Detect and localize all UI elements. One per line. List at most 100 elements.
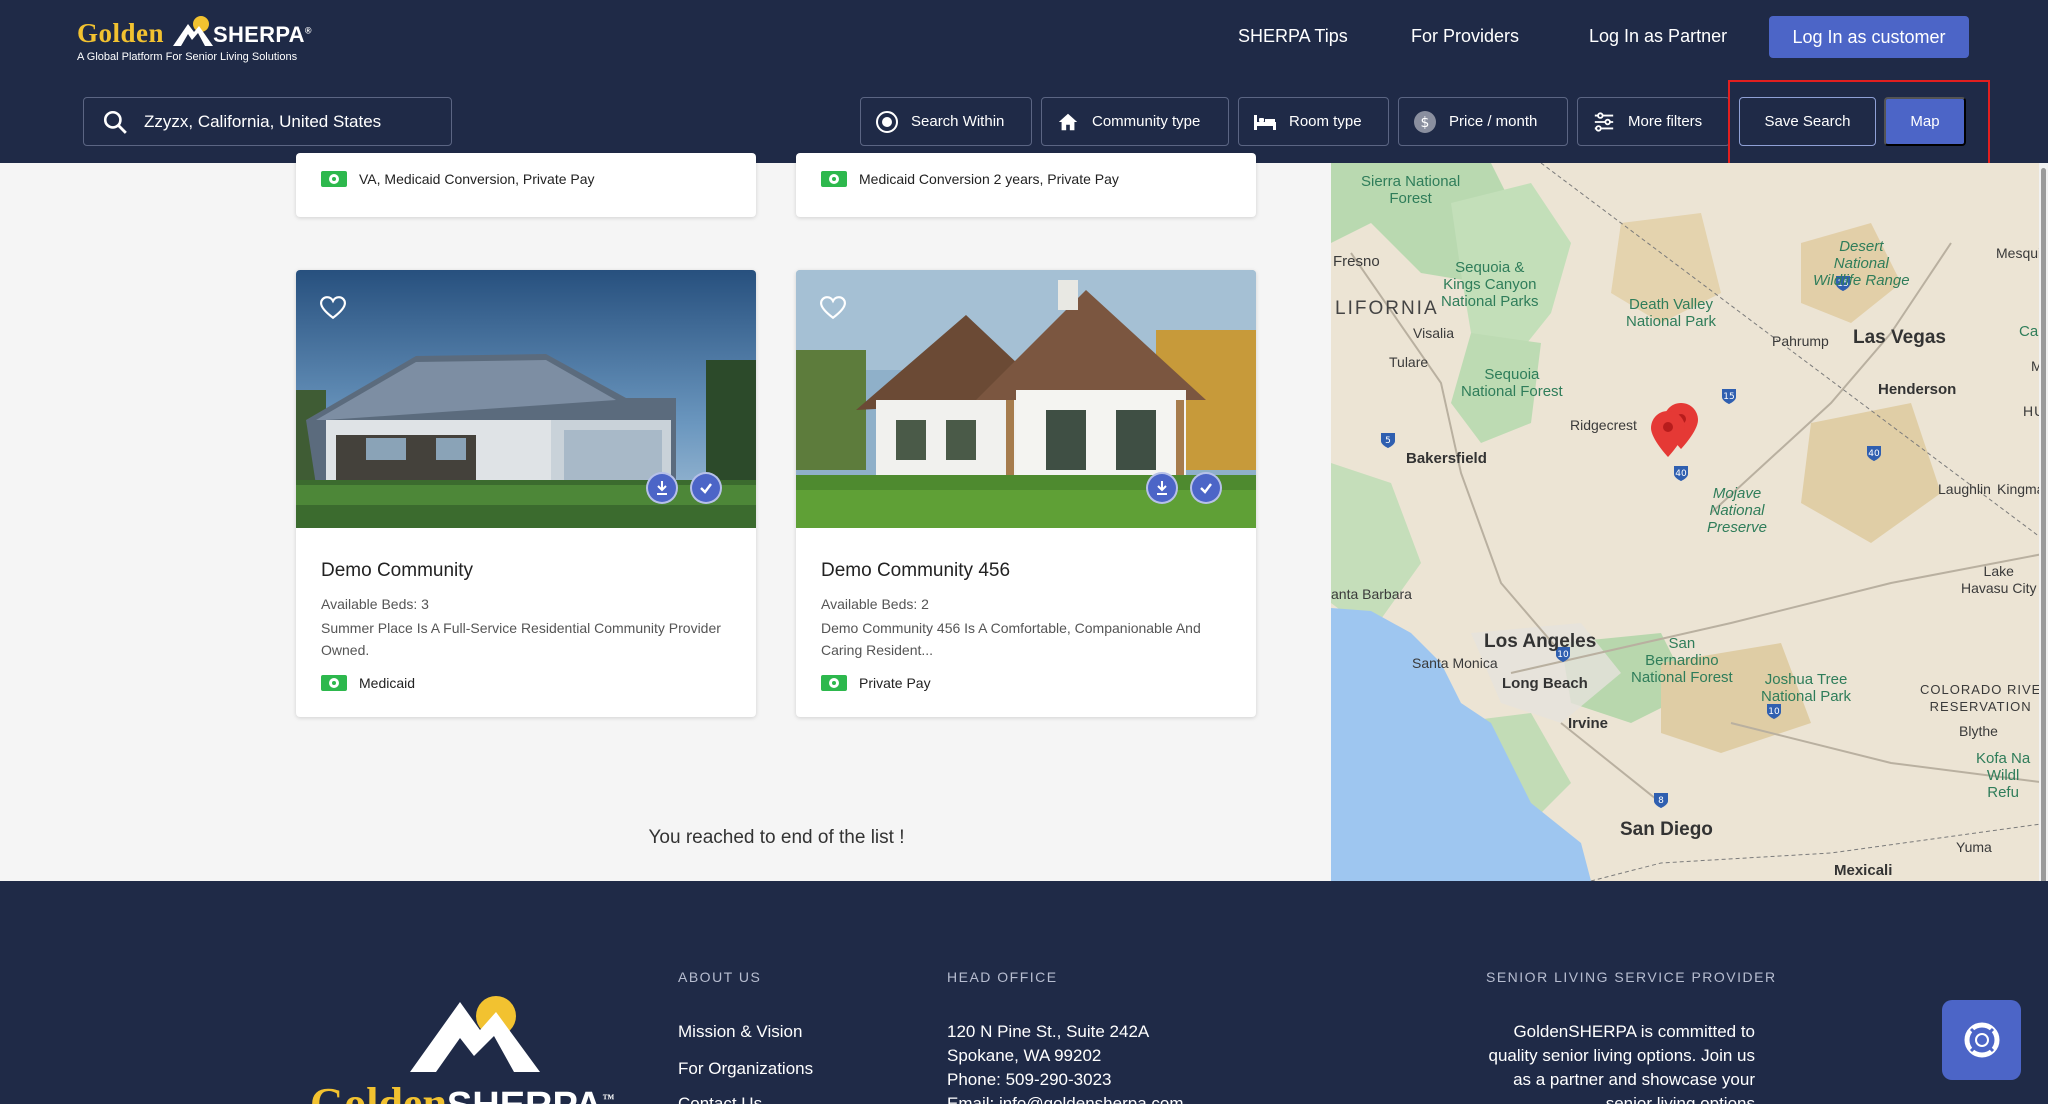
favorite-heart-icon[interactable] xyxy=(320,296,346,320)
lifebuoy-icon xyxy=(1964,1022,1999,1058)
nav-login-partner[interactable]: Log In as Partner xyxy=(1589,26,1727,47)
listing-card[interactable]: Demo Community 456 Available Beds: 2 Dem… xyxy=(796,270,1256,717)
mountain-logo-icon xyxy=(173,16,213,46)
map-label-kofa: Kofa Na Wildl Refu xyxy=(1976,750,2031,801)
logo-word-golden: Golden xyxy=(77,18,165,48)
map-label-fresno: Fresno xyxy=(1333,253,1380,270)
nav-sherpa-tips[interactable]: SHERPA Tips xyxy=(1238,26,1348,47)
payment-text: VA, Medicaid Conversion, Private Pay xyxy=(359,171,595,187)
footer-link-contact[interactable]: Contact Us xyxy=(678,1094,762,1104)
map-label-las-vegas: Las Vegas xyxy=(1853,327,1946,348)
footer-office-heading: HEAD OFFICE xyxy=(947,969,1058,985)
map-label-lake-havasu: Lake Havasu City xyxy=(1961,563,2037,596)
map-label-ridgecrest: Ridgecrest xyxy=(1570,417,1637,433)
map-label-blythe: Blythe xyxy=(1959,723,1998,739)
community-photo[interactable] xyxy=(296,270,756,528)
community-title[interactable]: Demo Community 456 xyxy=(821,560,1010,582)
home-icon xyxy=(1056,110,1080,134)
interstate-shield: 5 xyxy=(1385,436,1391,446)
footer-logo-word: GoldenSHERPA™ xyxy=(310,1079,615,1104)
community-type-label: Community type xyxy=(1092,113,1201,130)
room-type-button[interactable]: Room type xyxy=(1238,97,1389,146)
footer-link-organizations[interactable]: For Organizations xyxy=(678,1059,813,1079)
map-label-desert-range: Desert National Wildlife Range xyxy=(1813,238,1910,289)
community-description: Demo Community 456 Is A Comfortable, Com… xyxy=(821,620,1201,658)
footer-about-heading: ABOUT US xyxy=(678,969,762,985)
bed-icon xyxy=(1253,110,1277,134)
listing-card-partial[interactable]: Medicaid Conversion 2 years, Private Pay xyxy=(796,153,1256,217)
search-icon xyxy=(103,110,127,134)
listing-area: VA, Medicaid Conversion, Private Pay Med… xyxy=(0,153,1331,881)
scrollbar-thumb[interactable] xyxy=(2041,168,2046,908)
sliders-icon xyxy=(1592,110,1616,134)
payment-row: VA, Medicaid Conversion, Private Pay xyxy=(321,171,595,187)
map-label-death-valley: Death Valley National Park xyxy=(1626,296,1717,330)
location-search[interactable] xyxy=(83,97,452,146)
login-customer-button[interactable]: Log In as customer xyxy=(1769,16,1969,58)
footer-email[interactable]: Email: info@goldensherpa.com xyxy=(947,1094,1184,1104)
location-search-input[interactable] xyxy=(144,111,434,132)
map-label-kingman: Kingma xyxy=(1997,481,2045,497)
verified-badge-icon xyxy=(690,472,722,504)
available-beds: Available Beds: 3 xyxy=(321,596,429,612)
map-label-santa-monica: Santa Monica xyxy=(1412,655,1498,671)
map-label-sequoia-forest: Sequoia National Forest xyxy=(1461,366,1563,400)
listing-card-partial[interactable]: VA, Medicaid Conversion, Private Pay xyxy=(296,153,756,217)
payment-row: Private Pay xyxy=(821,675,931,691)
map-label-san-diego: San Diego xyxy=(1620,819,1713,840)
map-label-tulare: Tulare xyxy=(1389,354,1429,370)
community-type-button[interactable]: Community type xyxy=(1041,97,1229,146)
community-description: Summer Place Is A Full-Service Residenti… xyxy=(321,620,721,658)
interstate-shield: 10 xyxy=(1768,707,1780,717)
footer-provider-line: quality senior living options. Join us xyxy=(1488,1046,1755,1065)
money-icon xyxy=(321,675,347,691)
golden-sherpa-logo[interactable]: Golden SHERPA® A Global Platform For Sen… xyxy=(77,14,311,70)
map-label-long-beach: Long Beach xyxy=(1502,675,1588,692)
map-panel[interactable]: 15 5 15 40 40 10 10 8 Sierra National Fo… xyxy=(1331,163,2048,881)
map-label-yuma: Yuma xyxy=(1956,839,1992,855)
dollar-icon: $ xyxy=(1413,110,1437,134)
map-label-los-angeles: Los Angeles xyxy=(1484,631,1597,652)
money-icon xyxy=(821,171,847,187)
map-label-laughlin: Laughlin xyxy=(1938,481,1991,497)
logo-word-sherpa: SHERPA® xyxy=(213,22,312,47)
verified-badge-icon xyxy=(1190,472,1222,504)
map-label-san-bernardino: San Bernardino National Forest xyxy=(1631,635,1733,686)
radius-icon xyxy=(875,110,899,134)
price-month-button[interactable]: $ Price / month xyxy=(1398,97,1568,146)
nav-for-providers[interactable]: For Providers xyxy=(1411,26,1519,47)
featured-badge-icon xyxy=(1146,472,1178,504)
map-label-irvine: Irvine xyxy=(1568,715,1609,732)
community-photo[interactable] xyxy=(796,270,1256,528)
map-label-henderson: Henderson xyxy=(1878,381,1957,398)
footer-provider-line: GoldenSHERPA is committed to xyxy=(1513,1022,1755,1041)
map-terrain: 15 5 15 40 40 10 10 8 xyxy=(1331,163,2048,881)
listing-card[interactable]: Demo Community Available Beds: 3 Summer … xyxy=(296,270,756,717)
payment-row: Medicaid xyxy=(321,675,415,691)
map-label-joshua-tree: Joshua Tree National Park xyxy=(1761,671,1852,705)
map-label-bakersfield: Bakersfield xyxy=(1406,450,1487,467)
house-photo-2 xyxy=(796,270,1256,528)
footer-office-line: Spokane, WA 99202 xyxy=(947,1046,1102,1065)
map-label-sequoia-kings: Sequoia & Kings Canyon National Parks xyxy=(1441,259,1539,310)
map-label-california: LIFORNIA xyxy=(1335,298,1439,319)
more-filters-button[interactable]: More filters xyxy=(1577,97,1730,146)
footer-phone[interactable]: Phone: 509-290-3023 xyxy=(947,1070,1111,1090)
map-label-mexicali: Mexicali xyxy=(1834,862,1893,879)
favorite-heart-icon[interactable] xyxy=(820,296,846,320)
room-type-label: Room type xyxy=(1289,113,1362,130)
support-chat-button[interactable] xyxy=(1942,1000,2021,1080)
payment-row: Medicaid Conversion 2 years, Private Pay xyxy=(821,171,1119,187)
interstate-shield: 8 xyxy=(1658,796,1664,806)
search-within-button[interactable]: Search Within xyxy=(860,97,1032,146)
payment-text: Medicaid Conversion 2 years, Private Pay xyxy=(859,171,1119,187)
more-filters-label: More filters xyxy=(1628,113,1703,130)
interstate-shield: 15 xyxy=(1723,392,1734,402)
footer-link-mission[interactable]: Mission & Vision xyxy=(678,1022,802,1042)
top-header: Golden SHERPA® A Global Platform For Sen… xyxy=(0,0,2048,85)
community-title[interactable]: Demo Community xyxy=(321,560,473,582)
house-photo-1 xyxy=(296,270,756,528)
map-label-colorado-river: COLORADO RIVE RESERVATION xyxy=(1920,682,2042,714)
svg-text:$: $ xyxy=(1421,115,1430,131)
footer-provider-line: as a partner and showcase your xyxy=(1513,1070,1755,1089)
